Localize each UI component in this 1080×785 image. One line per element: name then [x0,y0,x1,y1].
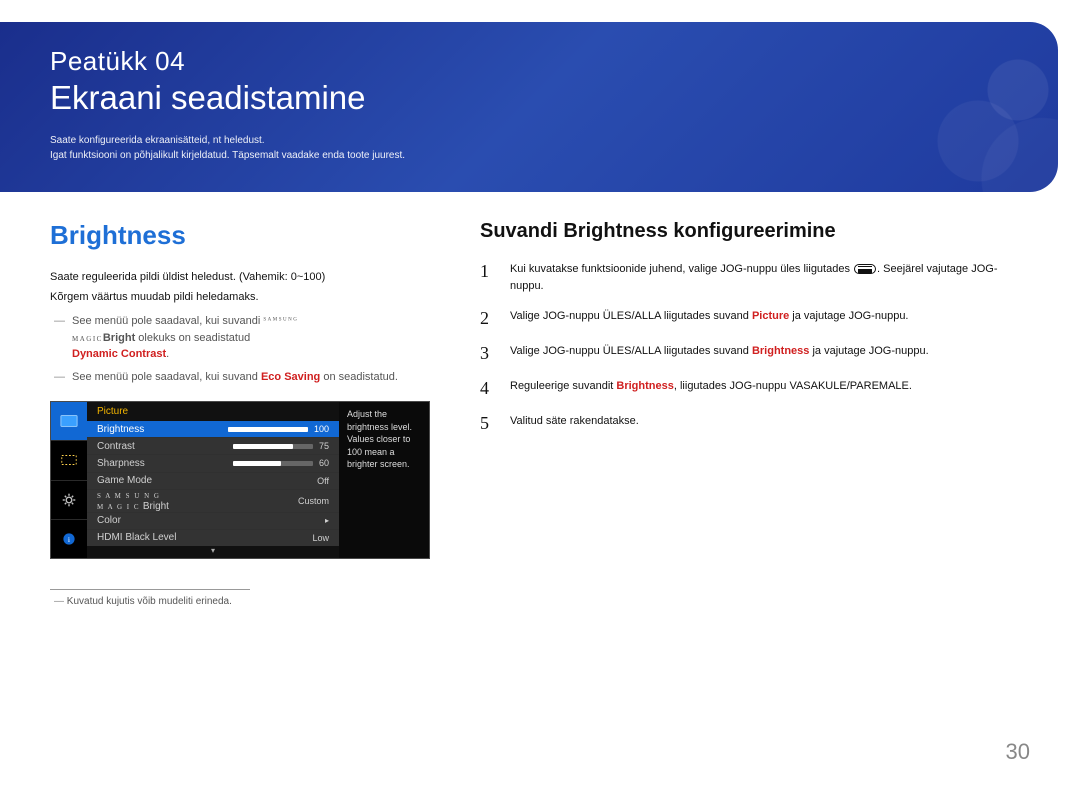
osd-rows: Brightness 100 Contrast 75 Sharpness 60 Game M… [87,421,339,546]
osd-row-value: 100 [228,424,329,434]
osd-row-value: Off [317,476,329,486]
osd-row-value: 60 [233,458,329,468]
osd-row-label: Sharpness [97,458,145,469]
osd-row-label: Color [97,515,121,526]
step-text: Reguleerige suvandit Brightness, liiguta… [510,378,912,399]
banner-sub1: Saate konfigureerida ekraanisätteid, nt … [50,135,1008,146]
osd-row-value: Custom [298,496,329,506]
osd-title: Picture [87,402,339,421]
step-text: Valige JOG-nuppu ÜLES/ALLA liigutades su… [510,343,929,364]
osd-panel: i Picture Brightness 100 Contrast 75 Sharpne… [50,401,430,559]
osd-main: Picture Brightness 100 Contrast 75 Sharpness… [87,402,339,558]
chapter-title: Ekraani seadistamine [50,79,1008,117]
step-text: Valitud säte rakendatakse. [510,413,639,434]
left-column: Brightness Saate reguleerida pildi üldis… [50,220,430,607]
osd-row-magicbright[interactable]: S A M S U N GM A G I C Bright Custom [87,489,339,512]
osd-row-color[interactable]: Color ▸ [87,512,339,529]
right-column: Suvandi Brightness konfigureerimine 1 Kui… [480,220,1030,607]
osd-row-label: Brightness [97,424,144,435]
paragraph-higher: Kõrgem väärtus muudab pildi heledamaks. [50,291,430,303]
osd-row-sharpness[interactable]: Sharpness 60 [87,454,339,471]
chapter-label: Peatükk 04 [50,46,1008,77]
osd-sidebar: i [51,402,87,558]
menu-icon [854,264,876,274]
step-text: Valige JOG-nuppu ÜLES/ALLA liigutades su… [510,308,909,329]
osd-row-label: Game Mode [97,475,152,486]
steps-list: 1 Kui kuvatakse funktsioonide juhend, val… [480,261,1030,434]
chapter-banner: Peatükk 04 Ekraani seadistamine Saate ko… [0,22,1058,192]
page-number: 30 [1006,739,1030,765]
osd-row-value: Low [312,533,329,543]
note-list: See menüü pole saadaval, kui suvandi SAM… [50,313,430,385]
osd-row-label: HDMI Black Level [97,532,176,543]
osd-icon-settings[interactable] [51,481,87,520]
osd-row-contrast[interactable]: Contrast 75 [87,437,339,454]
osd-icon-picture[interactable] [51,402,87,441]
dynamic-contrast-label: Dynamic Contrast [72,348,166,360]
note-item-1: See menüü pole saadaval, kui suvandi SAM… [50,313,430,363]
step-number: 1 [480,261,494,294]
footnote: Kuvatud kujutis võib mudeliti erineda. [50,596,430,607]
step-number: 4 [480,378,494,399]
osd-row-value: 75 [233,441,329,451]
osd-row-label: Contrast [97,441,135,452]
osd-row-hdmi-black-level[interactable]: HDMI Black Level Low [87,529,339,546]
osd-icon-options[interactable] [51,441,87,480]
section-heading-brightness: Brightness [50,220,430,251]
step-number: 5 [480,413,494,434]
step-text: Kui kuvatakse funktsioonide juhend, vali… [510,261,1030,294]
osd-scroll-down-icon[interactable] [87,546,339,558]
step-2: 2 Valige JOG-nuppu ÜLES/ALLA liigutades s… [480,308,1030,329]
footnote-rule [50,589,250,590]
osd-row-brightness[interactable]: Brightness 100 [87,421,339,437]
osd-tooltip: Adjust the brightness level. Values clos… [339,402,429,558]
step-1: 1 Kui kuvatakse funktsioonide juhend, val… [480,261,1030,294]
osd-row-game-mode[interactable]: Game Mode Off [87,472,339,489]
banner-sub2: Igat funktsiooni on põhjalikult kirjelda… [50,150,1008,161]
paragraph-range: Saate reguleerida pildi üldist heledust.… [50,271,430,283]
osd-row-value: ▸ [325,516,329,525]
step-number: 2 [480,308,494,329]
step-3: 3 Valige JOG-nuppu ÜLES/ALLA liigutades s… [480,343,1030,364]
note-item-2: See menüü pole saadaval, kui suvand Eco … [50,369,430,386]
eco-saving-label: Eco Saving [261,371,320,383]
osd-icon-info[interactable]: i [51,520,87,558]
step-number: 3 [480,343,494,364]
chevron-right-icon: ▸ [325,516,329,525]
osd-row-label: S A M S U N GM A G I C Bright [97,490,169,512]
step-4: 4 Reguleerige suvandit Brightness, liigut… [480,378,1030,399]
section-heading-config: Suvandi Brightness konfigureerimine [480,220,1030,243]
step-5: 5 Valitud säte rakendatakse. [480,413,1030,434]
svg-text:i: i [68,535,70,544]
